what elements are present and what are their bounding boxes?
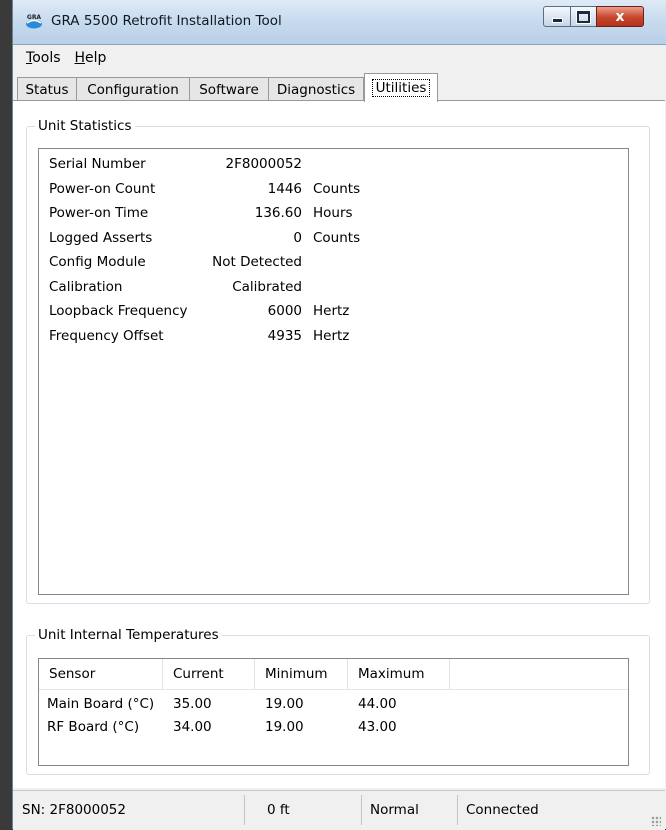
- tab-utilities-label: Utilities: [371, 79, 431, 97]
- cell-maximum: 43.00: [358, 719, 397, 735]
- maximize-icon: [577, 10, 590, 23]
- tab-status[interactable]: Status: [17, 77, 77, 101]
- column-header-maximum[interactable]: Maximum: [348, 659, 450, 689]
- stat-name: Config Module: [49, 254, 146, 270]
- stat-unit: Hertz: [313, 327, 350, 344]
- status-mode: Normal: [362, 795, 458, 825]
- tab-software[interactable]: Software: [189, 77, 269, 101]
- stat-name: Loopback Frequency: [49, 303, 188, 319]
- temperatures-group: Unit Internal Temperatures Sensor Curren…: [26, 627, 650, 775]
- cell-maximum: 44.00: [358, 696, 397, 712]
- svg-text:GRA: GRA: [27, 14, 42, 21]
- temperatures-title: Unit Internal Temperatures: [35, 627, 222, 643]
- list-item[interactable]: Power-on Count 1446 Counts: [39, 178, 628, 203]
- window-title: GRA 5500 Retrofit Installation Tool: [51, 13, 282, 29]
- minimize-button[interactable]: [543, 6, 571, 27]
- cell-minimum: 19.00: [265, 719, 304, 735]
- stat-unit: Hours: [313, 205, 353, 221]
- stat-value: 1446: [267, 180, 302, 197]
- stat-name: Logged Asserts: [49, 229, 153, 246]
- stat-value: 0: [293, 229, 302, 246]
- stat-unit: Counts: [313, 229, 361, 246]
- tab-status-label: Status: [25, 81, 69, 98]
- cell-sensor: RF Board (°C): [47, 719, 140, 735]
- minimize-icon: [551, 18, 563, 23]
- list-item[interactable]: Logged Asserts 0 Counts: [39, 227, 628, 252]
- cell-current: 35.00: [173, 696, 212, 712]
- resize-grip-icon[interactable]: [651, 816, 661, 826]
- stat-name: Calibration: [49, 278, 123, 295]
- close-icon: x: [615, 8, 625, 25]
- menu-bar: Tools Help: [13, 45, 666, 71]
- stat-value: 136.60: [254, 205, 302, 221]
- temperatures-table-header: Sensor Current Minimum Maximum: [39, 659, 628, 690]
- status-altitude: 0 ft: [245, 795, 362, 825]
- table-row[interactable]: RF Board (°C) 34.00 19.00 43.00: [39, 716, 628, 738]
- column-header-minimum[interactable]: Minimum: [255, 659, 348, 689]
- unit-statistics-title: Unit Statistics: [35, 118, 135, 134]
- maximize-button[interactable]: [570, 6, 597, 27]
- tab-configuration[interactable]: Configuration: [76, 77, 190, 101]
- utilities-tab-page: Unit Statistics Serial Number 2F8000052 Po…: [13, 100, 665, 788]
- list-item[interactable]: Power-on Time 136.60 Hours: [39, 202, 628, 227]
- stat-unit: Hertz: [313, 303, 350, 319]
- menu-help-accel: H: [74, 50, 86, 66]
- stat-value: Calibrated: [232, 278, 302, 295]
- tab-utilities[interactable]: Utilities: [364, 73, 438, 102]
- column-header-sensor[interactable]: Sensor: [39, 659, 163, 689]
- temperatures-table[interactable]: Sensor Current Minimum Maximum Main Boar…: [38, 658, 629, 766]
- list-item[interactable]: Config Module Not Detected: [39, 251, 628, 276]
- status-bar: SN: 2F8000052 0 ft Normal Connected: [13, 790, 665, 830]
- list-item[interactable]: Frequency Offset 4935 Hertz: [39, 325, 628, 350]
- stat-value: Not Detected: [212, 254, 302, 270]
- cell-sensor: Main Board (°C): [47, 696, 155, 712]
- tab-strip: Status Configuration Software Diagnostic…: [13, 73, 666, 102]
- table-row[interactable]: Main Board (°C) 35.00 19.00 44.00: [39, 693, 628, 715]
- column-header-current[interactable]: Current: [163, 659, 255, 689]
- stat-unit: Counts: [313, 180, 361, 197]
- close-button[interactable]: x: [596, 6, 644, 27]
- list-item[interactable]: Serial Number 2F8000052: [39, 153, 628, 178]
- stat-value: 6000: [267, 303, 302, 319]
- menu-tools-rest: ools: [32, 50, 61, 66]
- menu-help-rest: elp: [85, 50, 107, 66]
- cell-current: 34.00: [173, 719, 212, 735]
- stat-name: Frequency Offset: [49, 327, 164, 344]
- list-item[interactable]: Loopback Frequency 6000 Hertz: [39, 300, 628, 325]
- tab-diagnostics-label: Diagnostics: [276, 81, 356, 98]
- stat-value: 4935: [267, 327, 302, 344]
- menu-tools[interactable]: Tools: [19, 50, 68, 66]
- status-connection: Connected: [466, 802, 539, 818]
- tab-diagnostics[interactable]: Diagnostics: [268, 77, 364, 101]
- tab-configuration-label: Configuration: [87, 81, 179, 98]
- stat-name: Serial Number: [49, 156, 146, 172]
- app-window: GRA GRA 5500 Retrofit Installation Tool …: [12, 0, 666, 830]
- stat-value: 2F8000052: [225, 156, 302, 172]
- list-item[interactable]: Calibration Calibrated: [39, 276, 628, 301]
- status-serial: SN: 2F8000052: [13, 795, 245, 825]
- tab-software-label: Software: [199, 81, 259, 98]
- unit-statistics-list[interactable]: Serial Number 2F8000052 Power-on Count 1446…: [38, 148, 629, 595]
- app-logo-icon: GRA: [26, 14, 42, 29]
- unit-statistics-group: Unit Statistics Serial Number 2F8000052 Po…: [26, 118, 650, 604]
- cell-minimum: 19.00: [265, 696, 304, 712]
- title-bar[interactable]: GRA GRA 5500 Retrofit Installation Tool …: [13, 0, 666, 45]
- stat-name: Power-on Count: [49, 180, 156, 197]
- menu-help[interactable]: Help: [68, 50, 114, 66]
- stat-name: Power-on Time: [49, 205, 149, 221]
